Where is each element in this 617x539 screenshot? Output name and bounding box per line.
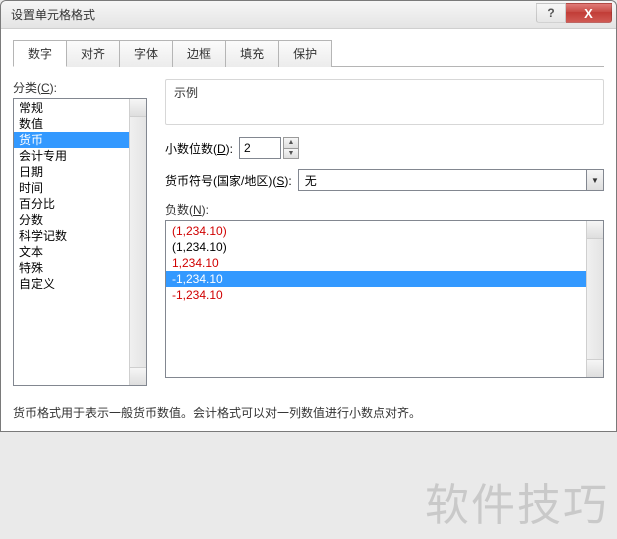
negative-item[interactable]: 1,234.10 bbox=[166, 255, 603, 271]
tab-2[interactable]: 字体 bbox=[119, 40, 173, 67]
currency-symbol-label: 货币符号(国家/地区)(S): bbox=[165, 172, 292, 189]
window-title: 设置单元格格式 bbox=[11, 6, 95, 23]
spin-down-icon[interactable]: ▼ bbox=[283, 149, 299, 160]
category-item[interactable]: 科学记数 bbox=[14, 228, 146, 244]
category-item[interactable]: 时间 bbox=[14, 180, 146, 196]
spin-up-icon[interactable]: ▲ bbox=[283, 137, 299, 149]
scrollbar[interactable] bbox=[586, 221, 603, 377]
tab-0[interactable]: 数字 bbox=[13, 40, 67, 67]
titlebar[interactable]: 设置单元格格式 ? X bbox=[1, 1, 616, 29]
currency-symbol-dropdown[interactable]: 无 ▼ bbox=[298, 169, 604, 191]
decimals-label: 小数位数(D): bbox=[165, 140, 233, 157]
tab-1[interactable]: 对齐 bbox=[66, 40, 120, 67]
tab-4[interactable]: 填充 bbox=[225, 40, 279, 67]
category-item[interactable]: 日期 bbox=[14, 164, 146, 180]
close-button[interactable]: X bbox=[566, 3, 612, 23]
category-item[interactable]: 特殊 bbox=[14, 260, 146, 276]
category-item[interactable]: 常规 bbox=[14, 100, 146, 116]
currency-symbol-value: 无 bbox=[298, 169, 586, 191]
sample-box: 示例 bbox=[165, 79, 604, 125]
negative-item[interactable]: (1,234.10) bbox=[166, 223, 603, 239]
sample-label: 示例 bbox=[174, 84, 595, 101]
category-item[interactable]: 会计专用 bbox=[14, 148, 146, 164]
tab-strip: 数字对齐字体边框填充保护 bbox=[13, 39, 604, 67]
category-item[interactable]: 分数 bbox=[14, 212, 146, 228]
watermark: 软件技巧 bbox=[425, 469, 609, 533]
format-cells-dialog: 设置单元格格式 ? X 数字对齐字体边框填充保护 分类(C): 常规数值货币会计… bbox=[0, 0, 617, 432]
category-item[interactable]: 数值 bbox=[14, 116, 146, 132]
category-item[interactable]: 文本 bbox=[14, 244, 146, 260]
category-item[interactable]: 百分比 bbox=[14, 196, 146, 212]
category-item[interactable]: 货币 bbox=[14, 132, 146, 148]
negative-label: 负数(N): bbox=[165, 201, 604, 218]
tab-5[interactable]: 保护 bbox=[278, 40, 332, 67]
category-label: 分类(C): bbox=[13, 79, 147, 96]
help-button[interactable]: ? bbox=[536, 3, 566, 23]
category-listbox[interactable]: 常规数值货币会计专用日期时间百分比分数科学记数文本特殊自定义 bbox=[13, 98, 147, 386]
chevron-down-icon[interactable]: ▼ bbox=[586, 169, 604, 191]
description-text: 货币格式用于表示一般货币数值。会计格式可以对一列数值进行小数点对齐。 bbox=[13, 404, 604, 421]
category-item[interactable]: 自定义 bbox=[14, 276, 146, 292]
decimals-input[interactable] bbox=[239, 137, 281, 159]
scrollbar[interactable] bbox=[129, 99, 146, 385]
negative-listbox[interactable]: (1,234.10)(1,234.10)1,234.10-1,234.10-1,… bbox=[165, 220, 604, 378]
decimals-spinner[interactable]: ▲ ▼ bbox=[239, 137, 299, 159]
tab-3[interactable]: 边框 bbox=[172, 40, 226, 67]
negative-item[interactable]: -1,234.10 bbox=[166, 271, 603, 287]
negative-item[interactable]: -1,234.10 bbox=[166, 287, 603, 303]
negative-item[interactable]: (1,234.10) bbox=[166, 239, 603, 255]
